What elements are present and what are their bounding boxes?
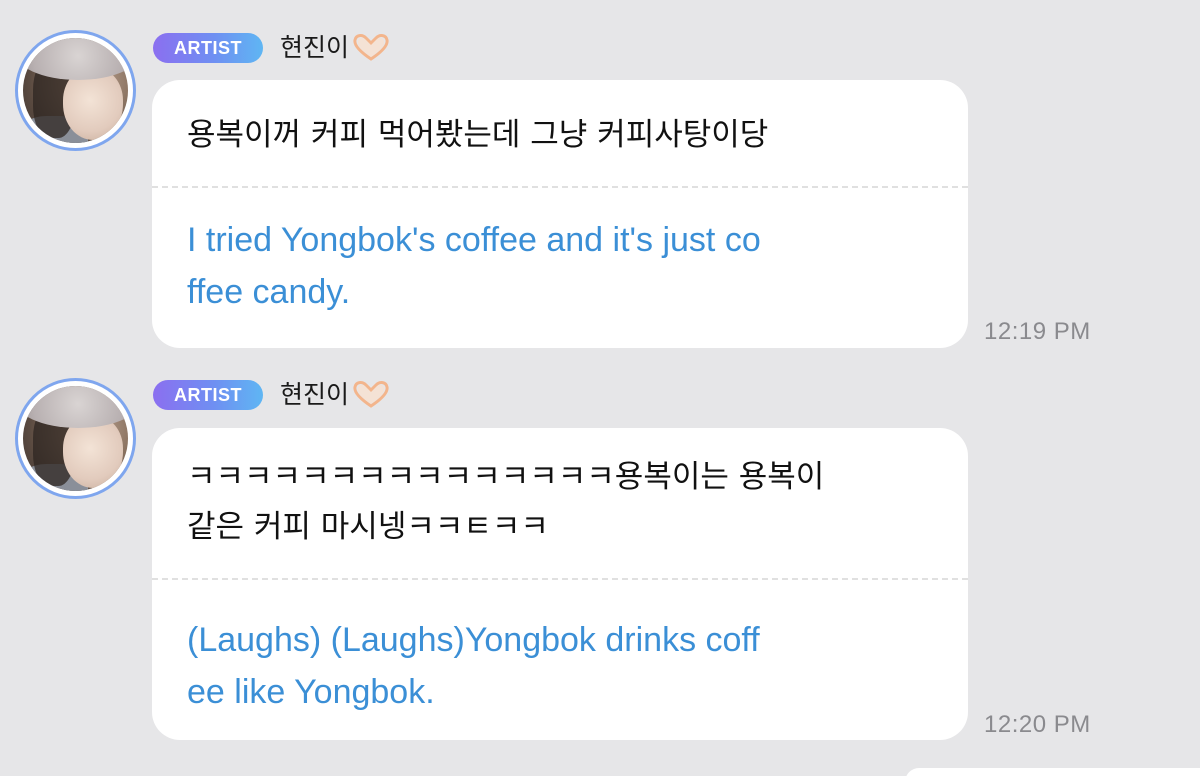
sender-name-text: 현진이 <box>280 380 350 409</box>
chat-thread: ARTIST 현진이 용복이꺼 커피 먹어봤는데 그냥 커피사탕이당 I tri… <box>0 0 1200 776</box>
avatar-image <box>23 38 128 143</box>
message-timestamp: 12:19 PM <box>984 318 1091 345</box>
next-message-bubble-edge <box>905 768 1200 776</box>
original-text: ㅋㅋㅋㅋㅋㅋㅋㅋㅋㅋㅋㅋㅋㅋㅋ용복이는 용복이 같은 커피 마시넹ㅋㅋㅌㅋㅋ <box>187 459 825 545</box>
sender-name-text: 현진이 <box>280 33 350 62</box>
message-bubble[interactable]: 용복이꺼 커피 먹어봤는데 그냥 커피사탕이당 I tried Yongbok'… <box>152 80 968 348</box>
artist-badge: ARTIST <box>153 33 263 63</box>
translation-text: (Laughs) (Laughs)Yongbok drinks coff ee … <box>187 621 760 711</box>
avatar[interactable] <box>15 378 136 499</box>
heart-hands-icon <box>351 379 391 409</box>
translation-text: I tried Yongbok's coffee and it's just c… <box>187 221 761 311</box>
artist-badge: ARTIST <box>153 380 263 410</box>
sender-name[interactable]: 현진이 <box>280 377 391 413</box>
original-text: 용복이꺼 커피 먹어봤는데 그냥 커피사탕이당 <box>187 117 769 153</box>
avatar[interactable] <box>15 30 136 151</box>
sender-name[interactable]: 현진이 <box>280 30 391 66</box>
message-bubble[interactable]: ㅋㅋㅋㅋㅋㅋㅋㅋㅋㅋㅋㅋㅋㅋㅋ용복이는 용복이 같은 커피 마시넹ㅋㅋㅌㅋㅋ (… <box>152 428 968 740</box>
avatar-image <box>23 386 128 491</box>
message-timestamp: 12:20 PM <box>984 711 1091 738</box>
heart-hands-icon <box>351 32 391 62</box>
